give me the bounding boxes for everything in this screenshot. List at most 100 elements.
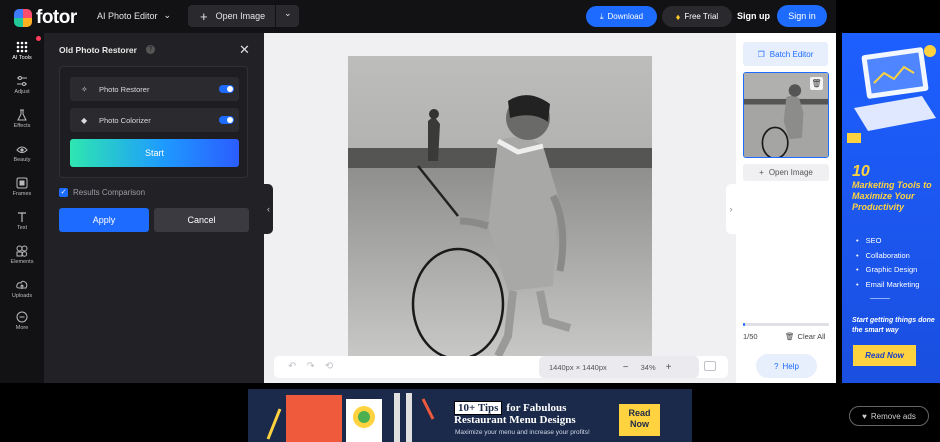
question-circle-icon: ? — [774, 361, 779, 371]
menu-illustration-icon — [266, 393, 435, 442]
sidebar-item-label: Effects — [13, 123, 31, 129]
image-thumbnail[interactable]: 🗑 — [743, 72, 829, 158]
sidebar-item-label: Uploads — [11, 293, 33, 299]
sidebar-item-label: More — [15, 325, 29, 331]
logo-text: fotor — [36, 7, 77, 28]
old-photo-restorer-panel: Old Photo Restorer ? ✕ ✧ Photo Restorer … — [44, 33, 264, 383]
grid-icon — [16, 41, 28, 53]
zoom-level[interactable]: 34% — [641, 363, 656, 372]
remove-ads-button[interactable]: ♥ Remove ads — [849, 406, 929, 426]
shapes-icon — [16, 245, 28, 257]
help-button[interactable]: ? Help — [756, 354, 817, 378]
clear-all-button[interactable]: 🗑 Clear All — [785, 332, 825, 341]
open-image-secondary-button[interactable]: + Open Image — [743, 164, 829, 181]
canvas-area: ↶↷⟲ 1440px × 1440px − 34% + — [264, 33, 736, 383]
sidebar-item-label: Adjust — [14, 89, 30, 95]
edited-photo[interactable] — [348, 56, 652, 361]
sidebar-item-elements[interactable]: Elements — [0, 245, 44, 265]
sidebar-item-label: AI Tools — [12, 55, 32, 61]
feature-photo-colorizer[interactable]: ◆ Photo Colorizer — [70, 108, 239, 132]
diamond-icon: ♦ — [675, 11, 681, 22]
feature-photo-restorer[interactable]: ✧ Photo Restorer — [70, 77, 239, 101]
cloud-upload-icon — [16, 280, 28, 289]
photo-restorer-toggle[interactable] — [219, 85, 234, 93]
close-icon[interactable]: ✕ — [239, 42, 250, 58]
ad-tagline: Start getting things done the smart way — [852, 317, 935, 334]
zoom-out-icon[interactable]: − — [623, 362, 629, 373]
photo-colorizer-toggle[interactable] — [219, 116, 234, 124]
list-item: SEO — [856, 234, 919, 249]
ad-subline: Maximize your menu and increase your pro… — [455, 429, 590, 436]
sidebar-item-more[interactable]: More — [0, 311, 44, 331]
list-item: Collaboration — [856, 249, 919, 264]
sign-in-button[interactable]: Sign in — [777, 5, 827, 27]
checkmark-icon[interactable]: ✓ — [59, 188, 68, 197]
sidebar-item-frames[interactable]: Frames — [0, 177, 44, 197]
more-icon — [16, 311, 28, 323]
sidebar-item-ai-tools[interactable]: AI Tools — [0, 41, 44, 61]
start-button[interactable]: Start — [70, 139, 239, 167]
open-image-button[interactable]: + Open Image ⌄ — [188, 5, 299, 27]
ad-read-now-button[interactable]: Read Now — [853, 345, 916, 366]
batch-progress-bar — [743, 323, 829, 326]
left-toolbar: AI Tools Adjust Effects Beauty Frames Te… — [0, 33, 44, 383]
ad-title: 10 Marketing Tools to Maximize Your Prod… — [852, 163, 938, 213]
sidebar-item-uploads[interactable]: Uploads — [0, 279, 44, 299]
flask-icon — [17, 109, 27, 121]
open-image-label: Open Image — [768, 168, 813, 177]
cancel-button[interactable]: Cancel — [154, 208, 249, 232]
reset-icon[interactable]: ⟲ — [325, 361, 343, 372]
redo-icon[interactable]: ↷ — [306, 361, 324, 372]
fotor-logo-icon — [14, 9, 32, 27]
help-circle-icon[interactable]: ? — [146, 45, 155, 54]
chevron-down-icon[interactable]: ⌄ — [284, 8, 292, 19]
sidebar-item-adjust[interactable]: Adjust — [0, 75, 44, 95]
product-menu[interactable]: AI Photo Editor ⌄ — [97, 10, 171, 21]
feature-box: ✧ Photo Restorer ◆ Photo Colorizer Start — [59, 66, 248, 178]
compare-icon[interactable] — [704, 361, 716, 371]
download-button[interactable]: ⤓ Download — [586, 6, 657, 27]
open-image-label: Open Image — [215, 11, 266, 21]
bottom-advertisement[interactable]: 10+ Tips for Fabulous Restaurant Menu Des… — [248, 389, 692, 442]
expand-right-panel-button[interactable]: › — [726, 184, 736, 234]
image-dimensions: 1440px × 1440px — [549, 362, 607, 372]
sign-up-link[interactable]: Sign up — [737, 11, 770, 21]
batch-panel: ❐ Batch Editor 🗑 + Open Image 1/50 🗑 Cle… — [736, 33, 836, 383]
zoom-controls: 1440px × 1440px − 34% + — [539, 356, 699, 378]
photo-image — [348, 56, 652, 361]
clear-all-label: Clear All — [797, 332, 826, 341]
sidebar-item-beauty[interactable]: Beauty — [0, 143, 44, 163]
collapse-panel-button[interactable]: ‹ — [264, 184, 273, 234]
results-comparison-label: Results Comparison — [73, 188, 146, 197]
sidebar-item-text[interactable]: Text — [0, 211, 44, 231]
chevron-left-icon: ‹ — [267, 204, 270, 214]
laptop-illustration-icon — [847, 45, 936, 143]
sidebar-item-label: Beauty — [13, 157, 31, 163]
sidebar-item-label: Text — [16, 225, 28, 231]
frame-icon — [16, 177, 28, 189]
batch-editor-label: Batch Editor — [769, 49, 814, 59]
trash-icon[interactable]: 🗑 — [810, 77, 823, 90]
sparkle-icon: ✧ — [81, 84, 88, 94]
list-item: Email Marketing — [856, 278, 920, 293]
fotor-logo[interactable]: fotor — [14, 7, 77, 29]
remove-ads-label: Remove ads — [870, 411, 916, 421]
ad-number: 10 — [852, 163, 870, 180]
zoom-in-icon[interactable]: + — [666, 362, 672, 373]
sidebar-item-effects[interactable]: Effects — [0, 109, 44, 129]
paint-bucket-icon: ◆ — [81, 115, 88, 125]
chevron-down-icon: ⌄ — [163, 10, 172, 20]
free-trial-button[interactable]: ♦ Free Trial — [662, 6, 732, 27]
canvas-toolbar: ↶↷⟲ 1440px × 1440px − 34% + — [274, 356, 728, 378]
trash-icon: 🗑 — [785, 332, 795, 341]
side-advertisement[interactable]: 10 Marketing Tools to Maximize Your Prod… — [842, 33, 940, 383]
plus-icon: + — [759, 168, 764, 177]
ad-feature-list: SEO Collaboration Graphic Design Email M… — [856, 234, 920, 293]
undo-icon[interactable]: ↶ — [288, 361, 306, 372]
layers-icon: ❐ — [757, 49, 765, 59]
results-comparison-checkbox[interactable]: ✓ Results Comparison — [59, 188, 145, 197]
batch-editor-button[interactable]: ❐ Batch Editor — [743, 42, 828, 66]
apply-button[interactable]: Apply — [59, 208, 149, 232]
tips-badge: 10+ Tips — [454, 401, 503, 415]
ad-read-now-button[interactable]: Read Now — [619, 404, 660, 436]
